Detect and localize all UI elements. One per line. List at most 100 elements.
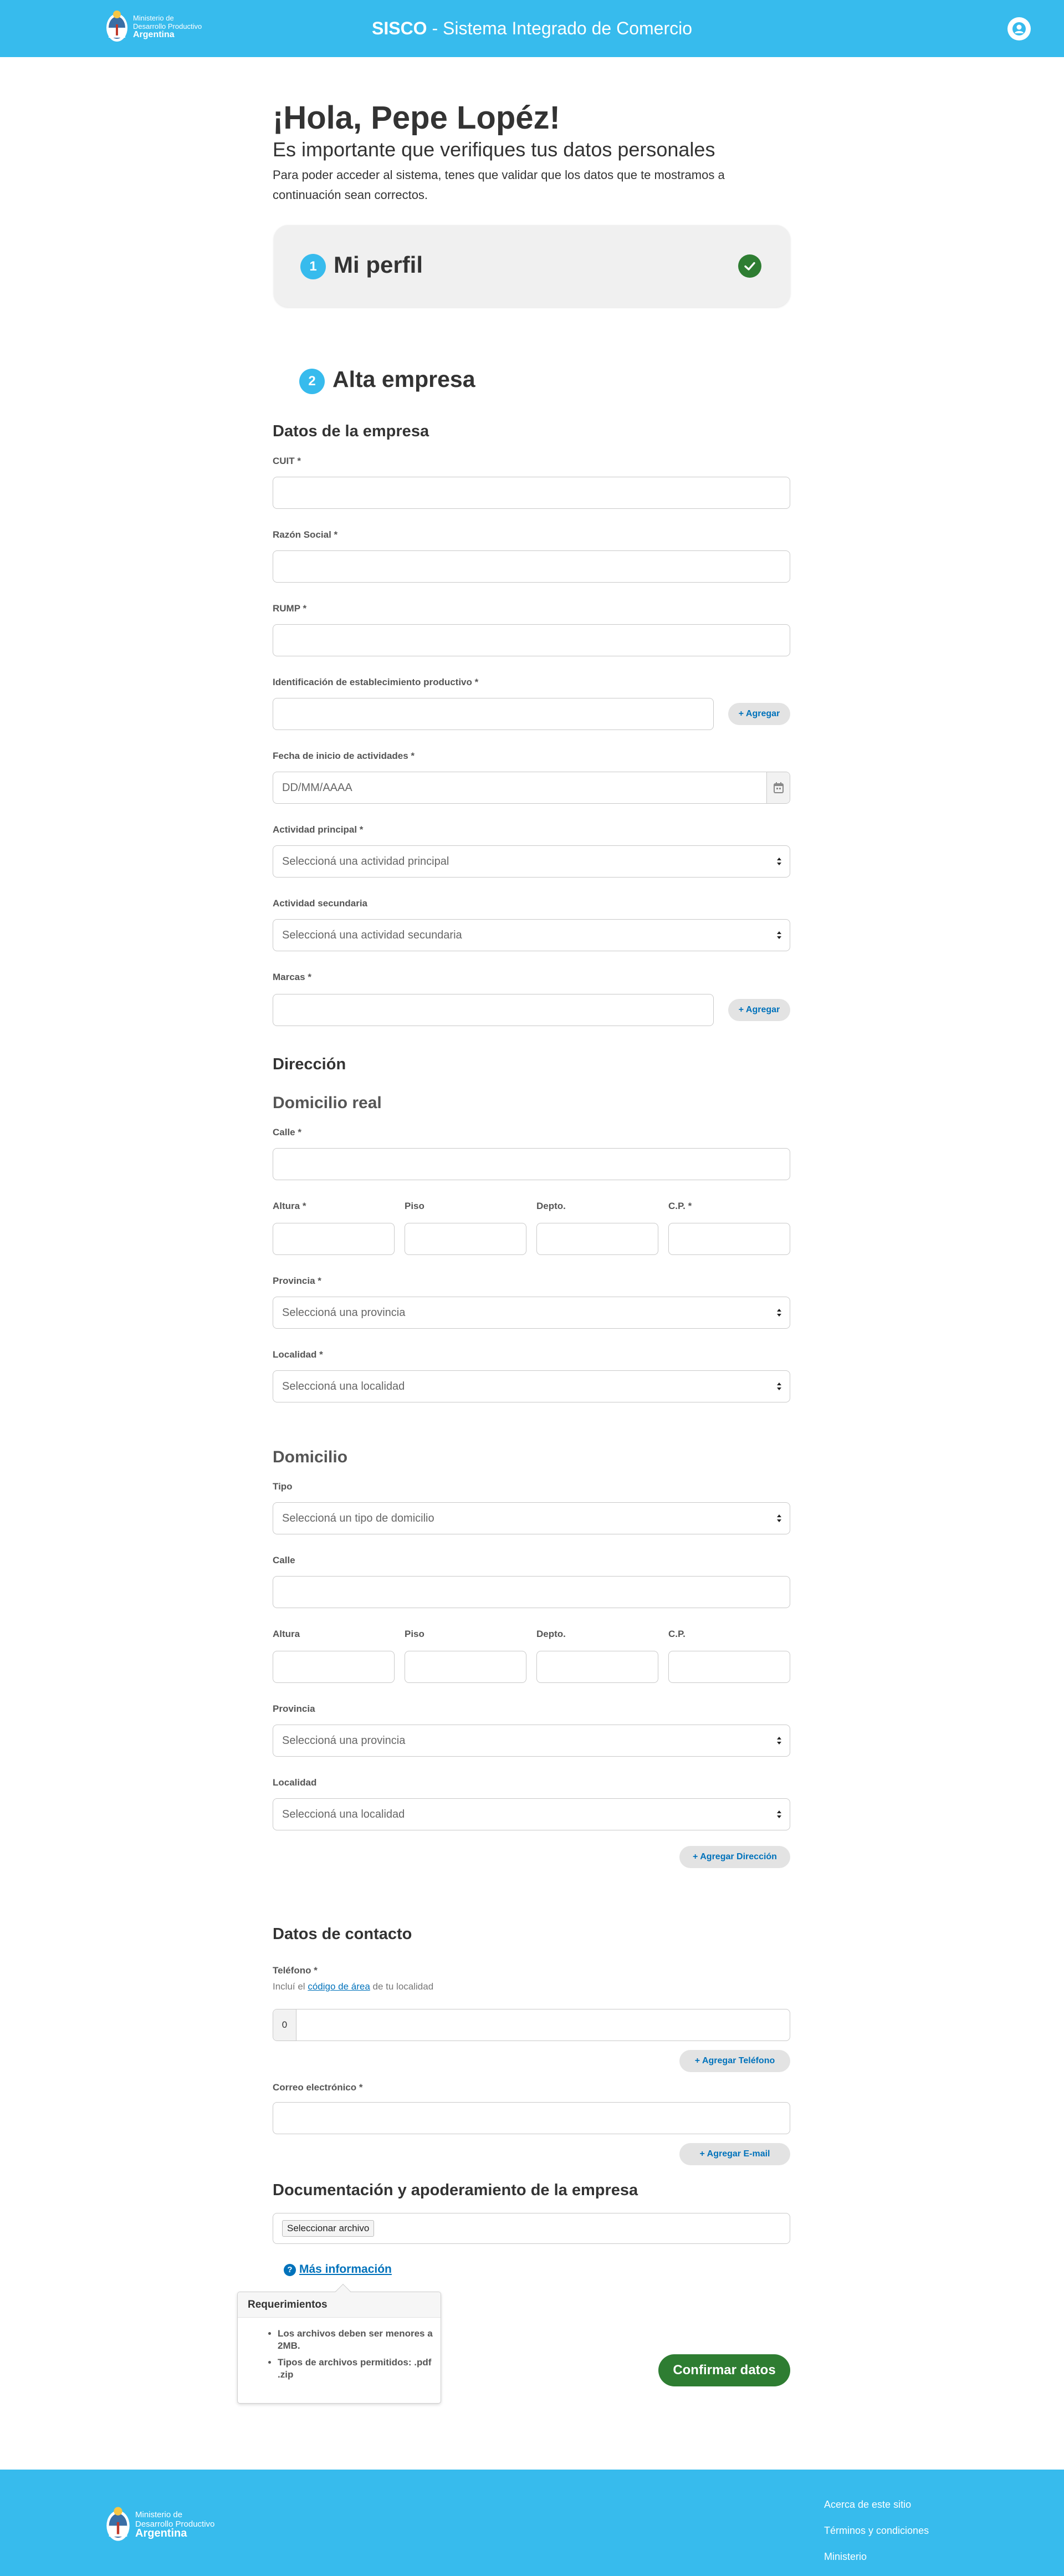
fecha-inicio-label: Fecha de inicio de actividades *	[273, 751, 415, 761]
actividad-principal-label: Actividad principal *	[273, 824, 364, 835]
requirements-popover: Requerimientos Los archivos deben ser me…	[237, 2283, 441, 2404]
localidad-label: Localidad *	[273, 1349, 323, 1360]
select-caret-icon	[777, 858, 781, 865]
depto-input[interactable]	[536, 1223, 658, 1255]
select-value: Seleccioná una localidad	[282, 1808, 405, 1820]
marcas-input[interactable]	[273, 994, 714, 1026]
calendar-icon[interactable]	[766, 772, 790, 803]
hint-text: de tu localidad	[370, 1981, 434, 1992]
select-value: Seleccioná una localidad	[282, 1380, 405, 1392]
provincia-label: Provincia *	[273, 1276, 321, 1286]
cuit-label: CUIT *	[273, 456, 301, 466]
codigo-area-link[interactable]: código de área	[308, 1981, 370, 1992]
tipo-domicilio-select[interactable]: Seleccioná un tipo de domicilio	[273, 1502, 790, 1534]
list-item: Tipos de archivos permitidos: .pdf .zip	[278, 2356, 441, 2381]
calle-label: Calle	[273, 1555, 295, 1565]
section-heading: Documentación y apoderamiento de la empr…	[273, 2181, 638, 2199]
provincia-label: Provincia	[273, 1703, 315, 1714]
app-title-text: - Sistema Integrado de Comercio	[427, 18, 692, 38]
localidad-select[interactable]: Seleccioná una localidad	[273, 1798, 790, 1830]
user-icon	[1012, 22, 1026, 35]
fecha-inicio-input[interactable]: DD/MM/AAAA	[273, 772, 790, 804]
footer-link-terminos[interactable]: Términos y condiciones	[824, 2525, 929, 2537]
footer-link-ministerio[interactable]: Ministerio	[824, 2551, 867, 2563]
step-number: 2	[299, 369, 325, 394]
piso-input[interactable]	[405, 1651, 526, 1683]
establecimiento-input[interactable]	[273, 698, 714, 730]
telefono-prefix: 0	[273, 2009, 296, 2041]
subsection-heading: Domicilio	[273, 1448, 348, 1466]
app-title-acronym: SISCO	[371, 18, 427, 38]
argentina-seal-icon	[106, 2507, 130, 2541]
select-caret-icon	[777, 1383, 781, 1390]
select-caret-icon	[777, 1309, 781, 1317]
depto-label: Depto.	[536, 1629, 566, 1639]
more-info-link[interactable]: Más información	[299, 2263, 392, 2276]
depto-input[interactable]	[536, 1651, 658, 1683]
file-upload-field[interactable]: Seleccionar archivo	[273, 2213, 790, 2244]
add-marca-button[interactable]: + Agregar	[728, 999, 790, 1021]
marcas-label: Marcas *	[273, 972, 311, 982]
actividad-secundaria-select[interactable]: Seleccioná una actividad secundaria	[273, 919, 790, 951]
cp-label: C.P. *	[668, 1201, 692, 1211]
rump-label: RUMP *	[273, 603, 307, 614]
select-file-button[interactable]: Seleccionar archivo	[282, 2220, 375, 2237]
piso-input[interactable]	[405, 1223, 526, 1255]
localidad-label: Localidad	[273, 1777, 317, 1788]
telefono-input[interactable]: 0	[273, 2009, 790, 2041]
depto-label: Depto.	[536, 1201, 566, 1211]
step-mi-perfil-card[interactable]: 1 Mi perfil	[274, 225, 790, 307]
actividad-principal-select[interactable]: Seleccioná una actividad principal	[273, 845, 790, 878]
cp-input[interactable]	[668, 1651, 790, 1683]
cp-label: C.P.	[668, 1629, 686, 1639]
calle-input[interactable]	[273, 1148, 790, 1180]
calle-input[interactable]	[273, 1576, 790, 1608]
email-input[interactable]	[273, 2102, 790, 2134]
provincia-select[interactable]: Seleccioná una provincia	[273, 1297, 790, 1329]
select-caret-icon	[777, 931, 781, 939]
add-email-button[interactable]: + Agregar E-mail	[679, 2143, 790, 2165]
altura-input[interactable]	[273, 1223, 395, 1255]
add-direccion-button[interactable]: + Agregar Dirección	[679, 1846, 790, 1868]
localidad-select[interactable]: Seleccioná una localidad	[273, 1370, 790, 1402]
tipo-label: Tipo	[273, 1481, 293, 1492]
brand-text: Ministerio de Desarrollo Productivo Arge…	[135, 2509, 214, 2539]
piso-label: Piso	[405, 1201, 424, 1211]
step-title: Alta empresa	[332, 366, 475, 392]
piso-label: Piso	[405, 1629, 424, 1639]
check-icon	[738, 254, 761, 278]
hint-text: Incluí el	[273, 1981, 308, 1992]
razon-social-input[interactable]	[273, 550, 790, 583]
provincia-select[interactable]: Seleccioná una provincia	[273, 1725, 790, 1757]
select-value: Seleccioná una actividad secundaria	[282, 929, 462, 941]
altura-label: Altura *	[273, 1201, 306, 1211]
user-menu-button[interactable]	[1007, 17, 1031, 40]
altura-label: Altura	[273, 1629, 300, 1639]
altura-input[interactable]	[273, 1651, 395, 1683]
select-value: Seleccioná una provincia	[282, 1735, 406, 1747]
telefono-hint: Incluí el código de área de tu localidad	[273, 1981, 433, 1992]
top-header: Ministerio de Desarrollo Productivo Arge…	[0, 0, 1064, 57]
section-heading: Datos de la empresa	[273, 422, 429, 440]
footer-link-acerca[interactable]: Acerca de este sitio	[824, 2499, 911, 2511]
popover-title: Requerimientos	[238, 2292, 441, 2318]
add-telefono-button[interactable]: + Agregar Teléfono	[679, 2050, 790, 2072]
fecha-placeholder: DD/MM/AAAA	[282, 782, 352, 794]
select-value: Seleccioná una actividad principal	[282, 855, 449, 868]
brand-country: Argentina	[135, 2527, 187, 2539]
actividad-secundaria-label: Actividad secundaria	[273, 898, 368, 909]
footer: Ministerio de Desarrollo Productivo Arge…	[0, 2470, 1064, 2576]
email-label: Correo electrónico *	[273, 2082, 363, 2093]
help-icon: ?	[284, 2264, 296, 2276]
ministry-logo[interactable]: Ministerio de Desarrollo Productivo Arge…	[105, 2504, 214, 2544]
cuit-input[interactable]	[273, 477, 790, 509]
list-item: Los archivos deben ser menores a 2MB.	[278, 2328, 441, 2352]
telefono-label: Teléfono *	[273, 1965, 318, 1976]
rump-input[interactable]	[273, 624, 790, 656]
confirm-button[interactable]: Confirmar datos	[658, 2354, 790, 2386]
add-establecimiento-button[interactable]: + Agregar	[728, 703, 790, 725]
brand-line: Ministerio de	[135, 2509, 183, 2519]
step-title: Mi perfil	[334, 252, 423, 278]
select-caret-icon	[777, 1810, 781, 1818]
cp-input[interactable]	[668, 1223, 790, 1255]
